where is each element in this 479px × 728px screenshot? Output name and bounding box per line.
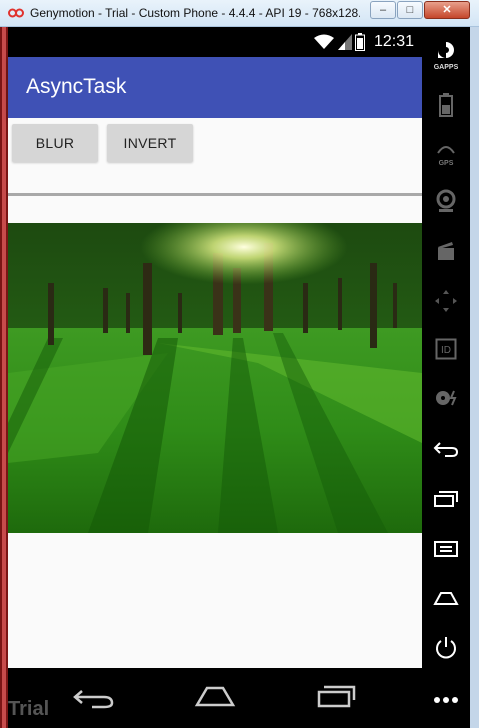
recents-icon[interactable] — [316, 684, 356, 708]
screencast-button[interactable] — [422, 241, 470, 266]
gapps-button[interactable]: GAPPS — [422, 41, 470, 71]
home-icon[interactable] — [194, 685, 236, 707]
main-content: BLUR INVERT — [8, 118, 422, 668]
progress-divider — [8, 193, 422, 196]
webcam-icon — [436, 189, 456, 212]
gps-button[interactable]: GPS — [422, 142, 470, 167]
navigation-bar — [8, 668, 422, 728]
disc-icon — [436, 390, 457, 406]
wifi-icon — [313, 34, 334, 49]
action-bar: AsyncTask — [8, 57, 422, 118]
battery-button[interactable] — [422, 93, 470, 122]
battery-icon — [354, 33, 365, 51]
gps-icon — [437, 146, 455, 154]
device-id-button[interactable]: ID — [422, 338, 470, 365]
genymotion-icon — [8, 8, 24, 18]
power-button[interactable] — [422, 635, 470, 666]
back-button[interactable] — [422, 440, 470, 463]
genymotion-sidebar: GAPPS GPS ID — [422, 27, 470, 728]
recents-icon — [434, 491, 458, 507]
gps-label: GPS — [438, 160, 454, 167]
trial-watermark: Trial — [8, 698, 50, 720]
back-icon — [433, 442, 459, 457]
back-icon[interactable] — [72, 685, 116, 709]
window-title: Genymotion - Trial - Custom Phone - 4.4.… — [30, 6, 360, 20]
menu-icon — [434, 541, 458, 557]
gapps-icon — [438, 42, 454, 58]
app-title: AsyncTask — [26, 75, 127, 98]
clapper-icon — [438, 242, 454, 260]
window-frame-left — [0, 27, 8, 728]
minimize-button[interactable]: – — [370, 1, 396, 19]
blur-button[interactable]: BLUR — [12, 124, 98, 162]
more-icon — [434, 697, 458, 703]
dpad-icon — [435, 290, 457, 312]
power-icon — [436, 637, 456, 659]
signal-icon — [337, 34, 352, 50]
invert-button[interactable]: INVERT — [107, 124, 193, 162]
forest-image — [8, 223, 422, 533]
home-button[interactable] — [422, 590, 470, 611]
battery-icon — [439, 93, 453, 117]
status-bar: 12:31 — [8, 27, 422, 57]
maximize-button[interactable]: □ — [397, 1, 423, 19]
menu-button[interactable] — [422, 540, 470, 563]
recents-button[interactable] — [422, 490, 470, 513]
webcam-button[interactable] — [422, 189, 470, 218]
gapps-label: GAPPS — [433, 64, 459, 71]
disc-button[interactable] — [422, 388, 470, 413]
window-frame-right — [470, 27, 479, 728]
id-icon: ID — [435, 338, 457, 360]
close-button[interactable]: ✕ — [424, 1, 470, 19]
status-clock: 12:31 — [373, 33, 414, 50]
more-button[interactable] — [422, 691, 470, 709]
svg-text:ID: ID — [441, 345, 451, 356]
window-titlebar: Genymotion - Trial - Custom Phone - 4.4.… — [0, 0, 479, 27]
home-icon — [433, 592, 459, 605]
dpad-button[interactable] — [422, 289, 470, 318]
